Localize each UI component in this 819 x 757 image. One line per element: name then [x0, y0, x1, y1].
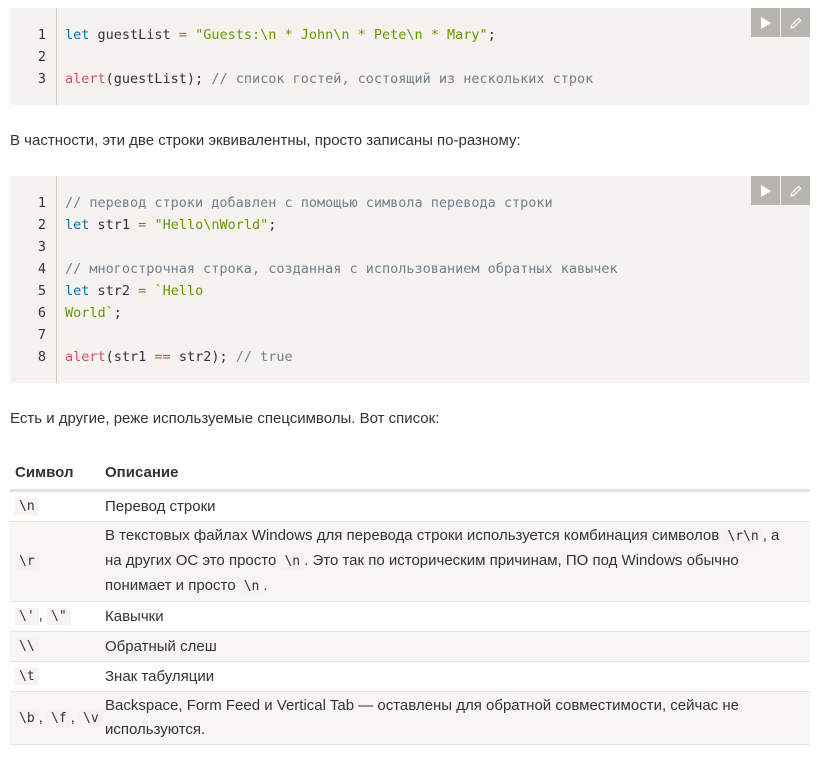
code-text: let str1 = "Hello\nWorld"; — [65, 217, 277, 233]
description-text: Кавычки — [105, 607, 164, 625]
inline-code: \n — [280, 553, 305, 570]
line-number: 5 — [37, 283, 46, 299]
table-row: \b, \f, \v Backspace, Form Feed и Vertica… — [10, 691, 810, 745]
code-lines: 1 // перевод строки добавлен с помощью си… — [10, 192, 810, 368]
symbol-cell: \', \" — [10, 601, 105, 632]
line-number: 1 — [37, 195, 46, 211]
symbol-cell: \\ — [10, 631, 105, 662]
description-cell: Кавычки — [105, 601, 810, 632]
line-number: 8 — [37, 349, 46, 365]
description-cell: Обратный слеш — [105, 631, 810, 662]
code-line: 3 — [10, 236, 810, 258]
description-text: Знак табуляции — [105, 667, 215, 685]
description-cell: Перевод строки — [105, 490, 810, 522]
column-header-description: Описание — [105, 456, 810, 492]
description-text: Обратный слеш — [105, 637, 217, 655]
code-line: 2 — [10, 46, 810, 68]
code-text: let str2 = `Hello — [65, 283, 204, 299]
line-number: 4 — [37, 261, 46, 277]
line-number: 1 — [37, 27, 46, 43]
paragraph-special-chars-intro: Есть и другие, реже используемые спецсим… — [10, 410, 440, 427]
symbol-cell: \t — [10, 661, 105, 692]
line-number: 6 — [37, 305, 46, 321]
code-text: World`; — [65, 305, 122, 321]
code-text: let guestList = "Guests:\n * John\n * Pe… — [65, 27, 496, 43]
symbol-code: \" — [47, 608, 71, 625]
description-text: В текстовых файлах Windows для перевода … — [105, 527, 724, 544]
code-line: 4 // многострочная строка, созданная с ис… — [10, 258, 810, 280]
line-number: 2 — [37, 49, 46, 65]
line-number: 3 — [37, 71, 46, 87]
inline-code: \n — [239, 578, 264, 595]
code-text: // многострочная строка, созданная с исп… — [65, 261, 618, 277]
code-block-2: 1 // перевод строки добавлен с помощью си… — [10, 176, 810, 383]
symbol-code: \f — [47, 709, 71, 727]
symbol-cell: \r — [10, 521, 105, 602]
description-cell: В текстовых файлах Windows для перевода … — [105, 521, 810, 602]
description-cell: Знак табуляции — [105, 661, 810, 692]
table-header-row: Символ Описание — [10, 456, 810, 492]
symbol-cell: \b, \f, \v — [10, 691, 105, 745]
symbol-code: \r — [15, 553, 39, 570]
description-cell: Backspace, Form Feed и Vertical Tab — ос… — [105, 691, 810, 745]
symbol-code: \n — [15, 498, 39, 515]
code-line: 3 alert(guestList); // список гостей, сос… — [10, 68, 810, 90]
column-header-symbol: Символ — [10, 456, 105, 492]
description-text: Backspace, Form Feed и Vertical Tab — ос… — [105, 697, 739, 738]
paragraph-equivalent-strings: В частности, эти две строки эквивалентны… — [10, 132, 521, 149]
special-chars-table: Символ Описание \n Перевод строки \r В текс… — [10, 456, 810, 745]
code-line: 2 let str1 = "Hello\nWorld"; — [10, 214, 810, 236]
code-line: 6 World`; — [10, 302, 810, 324]
line-number: 3 — [37, 239, 46, 255]
description-text: Перевод строки — [105, 497, 216, 515]
symbol-code: \\ — [15, 638, 39, 655]
code-line: 5 let str2 = `Hello — [10, 280, 810, 302]
table-row: \', \" Кавычки — [10, 601, 810, 632]
code-text: alert(guestList); // список гостей, сост… — [65, 71, 594, 87]
table-row: \t Знак табуляции — [10, 661, 810, 692]
code-lines: 1 let guestList = "Guests:\n * John\n * P… — [10, 24, 810, 90]
code-line: 7 — [10, 324, 810, 346]
table-row: \\ Обратный слеш — [10, 631, 810, 662]
code-block-1: 1 let guestList = "Guests:\n * John\n * P… — [10, 8, 810, 105]
table-body: \n Перевод строки \r В текстовых файлах Win… — [10, 490, 810, 745]
symbol-code: \v — [79, 709, 103, 727]
symbol-cell: \n — [10, 490, 105, 522]
symbol-code: \' — [15, 608, 39, 625]
code-text: // перевод строки добавлен с помощью сим… — [65, 195, 553, 211]
table-row: \r В текстовых файлах Windows для перевод… — [10, 521, 810, 602]
code-line: 1 // перевод строки добавлен с помощью си… — [10, 192, 810, 214]
line-number: 2 — [37, 217, 46, 233]
inline-code: \r\n — [723, 528, 763, 545]
symbol-code: \b — [15, 709, 39, 727]
symbol-code: \t — [15, 668, 39, 685]
code-text: alert(str1 == str2); // true — [65, 349, 293, 365]
line-number: 7 — [37, 327, 46, 343]
code-line: 8 alert(str1 == str2); // true — [10, 346, 810, 368]
description-text: . — [263, 577, 268, 594]
code-line: 1 let guestList = "Guests:\n * John\n * P… — [10, 24, 810, 46]
table-row: \n Перевод строки — [10, 490, 810, 522]
